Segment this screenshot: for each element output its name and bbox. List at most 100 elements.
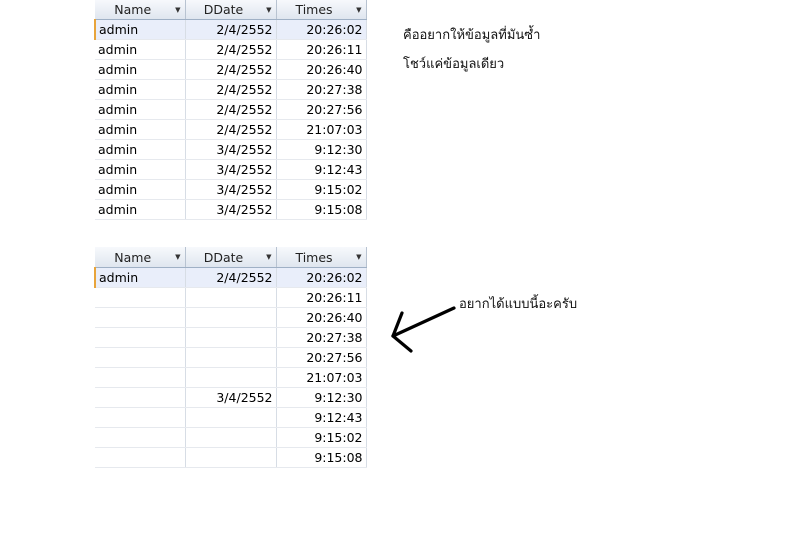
table-row[interactable]: admin 2/4/2552 20:26:11 [95,39,367,60]
column-header-times[interactable]: Times ▼ [276,0,367,20]
cell-times[interactable]: 20:26:40 [276,59,367,80]
cell-times[interactable]: 20:26:02 [276,19,367,40]
table-row[interactable]: 20:27:56 [95,347,367,368]
dropdown-caret-icon[interactable]: ▼ [356,6,361,14]
cell-ddate[interactable]: 2/4/2552 [185,19,277,40]
cell-times[interactable]: 20:27:56 [276,347,367,368]
cell-name[interactable]: admin [95,199,186,220]
cell-times[interactable]: 21:07:03 [276,367,367,388]
table-row[interactable]: 20:26:11 [95,287,367,308]
cell-ddate[interactable]: 3/4/2552 [185,159,277,180]
table-row[interactable]: 20:27:38 [95,327,367,348]
table-row[interactable]: admin 3/4/2552 9:15:08 [95,199,367,220]
cell-ddate[interactable] [185,427,277,448]
table-row[interactable]: 9:15:02 [95,427,367,448]
cell-times[interactable]: 9:12:43 [276,159,367,180]
table-row[interactable]: admin 2/4/2552 20:27:56 [95,99,367,120]
table-header-row: Name ▼ DDate ▼ Times ▼ [95,247,367,268]
cell-times[interactable]: 21:07:03 [276,119,367,140]
cell-ddate[interactable]: 3/4/2552 [185,199,277,220]
table-row[interactable]: 3/4/2552 9:12:30 [95,387,367,408]
cell-times[interactable]: 20:27:38 [276,327,367,348]
cell-name[interactable]: admin [94,19,186,40]
dropdown-caret-icon[interactable]: ▼ [175,253,180,261]
cell-name[interactable] [95,387,186,408]
cell-name[interactable]: admin [95,99,186,120]
cell-ddate[interactable] [185,367,277,388]
cell-times[interactable]: 20:26:11 [276,39,367,60]
cell-name[interactable]: admin [95,79,186,100]
cell-name[interactable] [95,307,186,328]
cell-ddate[interactable]: 2/4/2552 [185,119,277,140]
column-header-ddate[interactable]: DDate ▼ [185,0,277,20]
cell-times[interactable]: 20:27:56 [276,99,367,120]
table-row[interactable]: admin 2/4/2552 20:27:38 [95,79,367,100]
cell-times[interactable]: 9:12:30 [276,139,367,160]
table-row[interactable]: admin 2/4/2552 20:26:02 [94,267,367,288]
table-row[interactable]: admin 3/4/2552 9:12:43 [95,159,367,180]
table-desired: Name ▼ DDate ▼ Times ▼ admin 2/4/2552 20:26:0… [94,247,367,468]
table-row[interactable]: admin 3/4/2552 9:15:02 [95,179,367,200]
cell-name[interactable] [95,367,186,388]
cell-times[interactable]: 9:15:08 [276,447,367,468]
cell-name[interactable] [95,427,186,448]
cell-ddate[interactable] [185,347,277,368]
table-original: Name ▼ DDate ▼ Times ▼ admin 2/4/2552 20:26:0… [94,0,367,220]
column-header-name[interactable]: Name ▼ [95,0,186,20]
column-header-name[interactable]: Name ▼ [95,247,186,268]
cell-times[interactable]: 9:15:08 [276,199,367,220]
cell-ddate[interactable]: 2/4/2552 [185,267,277,288]
cell-ddate[interactable]: 3/4/2552 [185,387,277,408]
cell-ddate[interactable]: 2/4/2552 [185,99,277,120]
cell-name[interactable] [95,327,186,348]
table-row[interactable]: admin 3/4/2552 9:12:30 [95,139,367,160]
cell-ddate[interactable] [185,307,277,328]
arrow-icon [391,306,456,353]
cell-name[interactable]: admin [95,39,186,60]
cell-ddate[interactable] [185,447,277,468]
dropdown-caret-icon[interactable]: ▼ [356,253,361,261]
cell-times[interactable]: 20:27:38 [276,79,367,100]
dropdown-caret-icon[interactable]: ▼ [266,6,271,14]
table-row[interactable]: 9:15:08 [95,447,367,468]
cell-times[interactable]: 9:12:43 [276,407,367,428]
cell-times[interactable]: 9:15:02 [276,427,367,448]
cell-name[interactable]: admin [95,119,186,140]
cell-ddate[interactable]: 3/4/2552 [185,179,277,200]
cell-ddate[interactable] [185,327,277,348]
cell-name[interactable]: admin [95,59,186,80]
cell-ddate[interactable]: 3/4/2552 [185,139,277,160]
cell-name[interactable]: admin [95,159,186,180]
cell-times[interactable]: 20:26:40 [276,307,367,328]
cell-name[interactable]: admin [94,267,186,288]
table-row[interactable]: admin 2/4/2552 20:26:40 [95,59,367,80]
note-line-1: คืออยากให้ข้อมูลที่มันซ้ำ [403,28,541,43]
cell-times[interactable]: 9:15:02 [276,179,367,200]
cell-name[interactable]: admin [95,179,186,200]
note-line-2: โชว์แค่ข้อมูลเดียว [403,57,505,72]
table-header-row: Name ▼ DDate ▼ Times ▼ [95,0,367,20]
cell-ddate[interactable]: 2/4/2552 [185,59,277,80]
cell-name[interactable] [95,347,186,368]
cell-name[interactable] [95,287,186,308]
dropdown-caret-icon[interactable]: ▼ [266,253,271,261]
cell-name[interactable]: admin [95,139,186,160]
column-header-ddate[interactable]: DDate ▼ [185,247,277,268]
cell-name[interactable] [95,447,186,468]
cell-ddate[interactable]: 2/4/2552 [185,39,277,60]
dropdown-caret-icon[interactable]: ▼ [175,6,180,14]
cell-times[interactable]: 9:12:30 [276,387,367,408]
cell-times[interactable]: 20:26:02 [276,267,367,288]
column-header-times[interactable]: Times ▼ [276,247,367,268]
cell-ddate[interactable] [185,407,277,428]
cell-name[interactable] [95,407,186,428]
arrow-label: อยากได้แบบนี้อะครับ [459,297,578,312]
table-row[interactable]: 21:07:03 [95,367,367,388]
table-row[interactable]: 9:12:43 [95,407,367,428]
cell-ddate[interactable] [185,287,277,308]
table-row[interactable]: admin 2/4/2552 21:07:03 [95,119,367,140]
cell-ddate[interactable]: 2/4/2552 [185,79,277,100]
table-row[interactable]: 20:26:40 [95,307,367,328]
cell-times[interactable]: 20:26:11 [276,287,367,308]
table-row[interactable]: admin 2/4/2552 20:26:02 [94,19,367,40]
